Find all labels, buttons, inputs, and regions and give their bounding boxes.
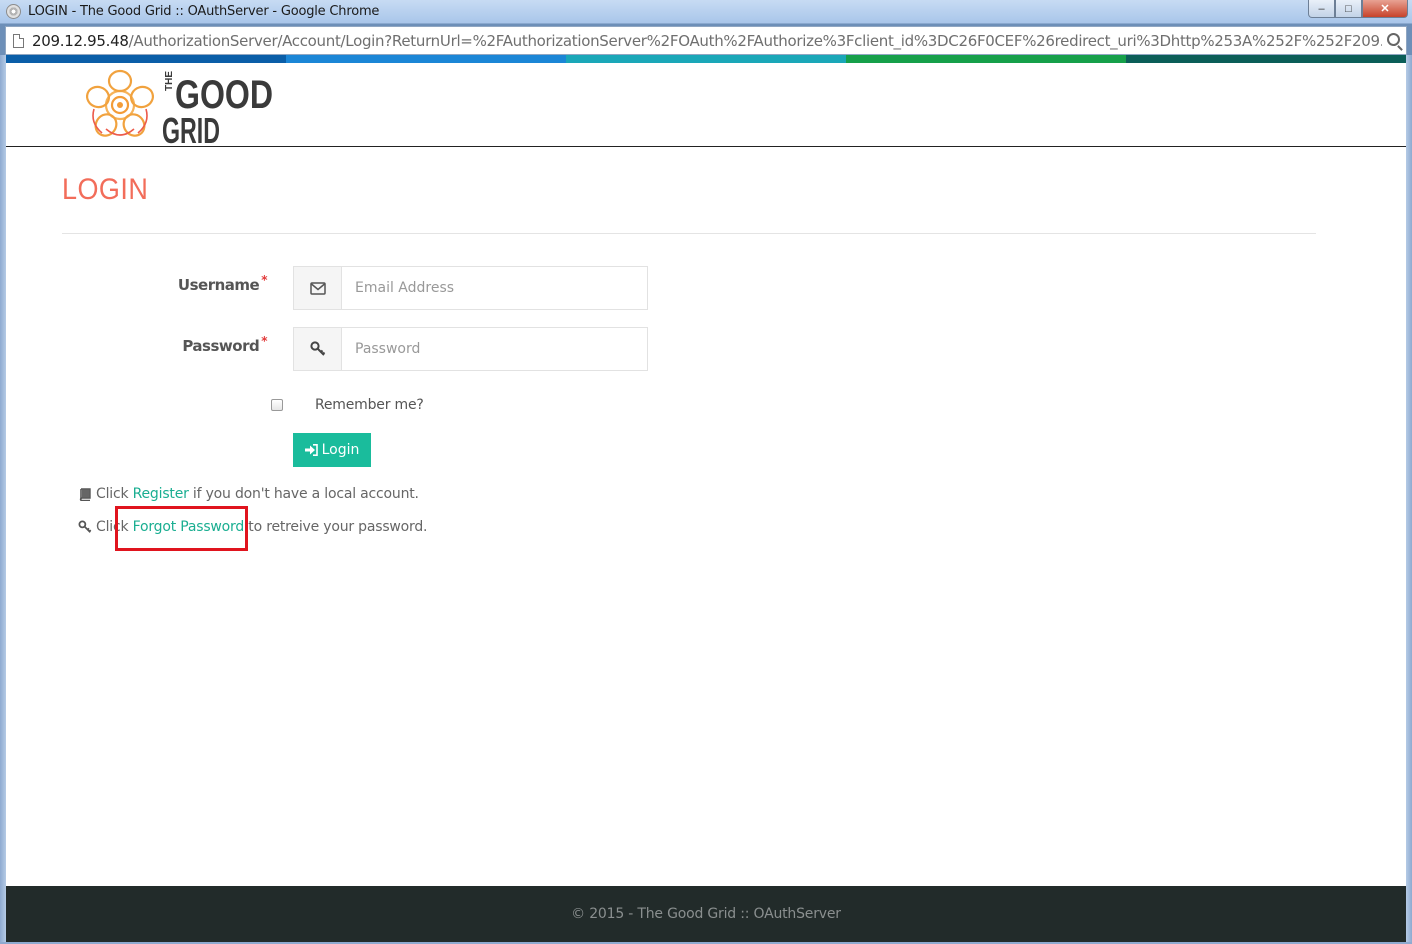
close-icon: ✕	[1380, 3, 1390, 15]
username-label: Username *	[147, 273, 268, 294]
book-icon	[78, 487, 92, 501]
register-help-line: Click Register if you don't have a local…	[78, 486, 419, 502]
chrome-app-icon	[6, 4, 21, 19]
login-button[interactable]: Login	[293, 433, 371, 467]
url-path: /AuthorizationServer/Account/Login?Retur…	[128, 32, 1382, 50]
maximize-icon: □	[1345, 2, 1352, 15]
color-strip	[6, 55, 1406, 63]
forgot-prefix: Click	[96, 519, 133, 535]
password-label-text: Password	[182, 337, 260, 355]
forgot-suffix: to retreive your password.	[244, 519, 428, 535]
password-addon	[294, 328, 342, 370]
address-bar[interactable]: 209.12.95.48/AuthorizationServer/Account…	[5, 26, 1407, 55]
window-border-right	[1406, 55, 1412, 944]
color-strip-segment	[6, 55, 286, 63]
sign-in-icon	[304, 444, 318, 456]
color-strip-segment	[846, 55, 1126, 63]
page-viewport: THE GOOD GRID LOGIN Username* Password*	[6, 55, 1406, 942]
logo-word-the: THE	[164, 71, 175, 91]
required-marker: *	[261, 273, 267, 287]
window-controls: – □ ✕	[1308, 0, 1408, 18]
username-addon	[294, 267, 342, 309]
forgot-help-line: Click Forgot Password to retreive your p…	[78, 519, 428, 535]
site-footer: © 2015 - The Good Grid :: OAuthServer	[6, 886, 1406, 942]
title-divider	[62, 233, 1316, 234]
key-icon	[78, 520, 92, 534]
page-icon	[13, 34, 24, 48]
maximize-button[interactable]: □	[1335, 0, 1362, 18]
remember-me-label[interactable]: Remember me?	[315, 397, 424, 413]
password-input[interactable]	[342, 328, 647, 370]
username-input[interactable]	[342, 267, 647, 309]
window-titlebar: LOGIN - The Good Grid :: OAuthServer - G…	[0, 0, 1412, 24]
window-title: LOGIN - The Good Grid :: OAuthServer - G…	[28, 4, 380, 19]
logo-word-grid: GRID	[162, 110, 220, 145]
key-icon	[309, 341, 325, 356]
username-label-text: Username	[177, 276, 260, 294]
password-label: Password *	[147, 334, 267, 355]
color-strip-segment	[286, 55, 566, 63]
login-button-label: Login	[321, 442, 360, 458]
close-button[interactable]: ✕	[1362, 0, 1408, 18]
url-text[interactable]: 209.12.95.48/AuthorizationServer/Account…	[32, 32, 1382, 50]
page-title: LOGIN	[62, 173, 149, 206]
zoom-icon[interactable]	[1387, 33, 1400, 46]
site-header: THE GOOD GRID	[6, 63, 1406, 151]
footer-text: © 2015 - The Good Grid :: OAuthServer	[571, 906, 841, 922]
minimize-icon: –	[1318, 2, 1325, 15]
url-host: 209.12.95.48	[32, 32, 129, 50]
register-prefix: Click	[96, 486, 133, 502]
register-link[interactable]: Register	[133, 486, 189, 502]
color-strip-segment	[566, 55, 846, 63]
flower-logo-icon: THE GOOD GRID	[85, 69, 273, 151]
minimize-button[interactable]: –	[1308, 0, 1335, 18]
site-logo[interactable]: THE GOOD GRID	[82, 65, 282, 151]
color-strip-segment	[1126, 55, 1406, 63]
register-suffix: if you don't have a local account.	[188, 486, 419, 502]
remember-me-checkbox[interactable]	[271, 399, 283, 411]
forgot-password-link[interactable]: Forgot Password	[133, 519, 245, 535]
username-input-group	[293, 266, 648, 310]
required-marker: *	[261, 334, 267, 348]
envelope-icon	[309, 281, 326, 295]
password-input-group	[293, 327, 648, 371]
